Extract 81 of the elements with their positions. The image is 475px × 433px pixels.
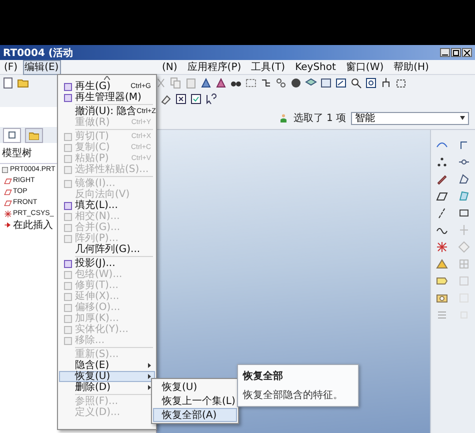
menu-item[interactable]: 再生管理器(M): [59, 92, 155, 103]
frame-icon[interactable]: [335, 77, 347, 89]
tooltip-text: 恢复全部隐含的特征。: [243, 388, 344, 402]
menu-title[interactable]: 窗口(W): [344, 60, 386, 74]
scroll-up-icon[interactable]: [104, 76, 110, 80]
window-icon[interactable]: [320, 77, 332, 89]
square-icon: [64, 212, 72, 220]
submenu-arrow-icon: [148, 363, 151, 368]
square-icon: [64, 270, 72, 278]
folder-icon[interactable]: [17, 77, 29, 89]
menu-item[interactable]: 删除(D): [59, 382, 155, 393]
square-icon: [64, 304, 72, 312]
eraser-icon[interactable]: [160, 93, 172, 105]
maximize-button[interactable]: [451, 48, 461, 57]
zoom-in-icon[interactable]: [350, 77, 362, 89]
square-icon: [64, 82, 72, 90]
sphere-icon[interactable]: [290, 77, 302, 89]
square-icon: [64, 166, 72, 174]
menu-item[interactable]: 恢复上一个集(L): [153, 394, 237, 408]
close-icon: [464, 50, 470, 56]
square-icon: [64, 282, 72, 290]
menu-title[interactable]: 帮助(H): [392, 60, 431, 74]
parallelogram-icon[interactable]: [436, 190, 448, 202]
insert-icon: [4, 220, 12, 228]
tooltip-title: 恢复全部: [243, 370, 284, 383]
menu-item[interactable]: 几何阵列(G)...: [59, 244, 155, 255]
surface-icon[interactable]: [458, 190, 470, 202]
tag-icon[interactable]: [436, 274, 448, 286]
square-icon: [8, 131, 16, 139]
menu-item[interactable]: 投影(J)...: [59, 258, 155, 269]
person-icon: [279, 112, 288, 124]
menu-title[interactable]: (N): [160, 60, 180, 74]
square-icon: [64, 314, 72, 322]
square-icon: [64, 202, 72, 210]
menu-title[interactable]: 应用程序(P): [185, 60, 244, 74]
square-icon: [64, 132, 72, 140]
part-icon: [1, 166, 9, 174]
tree-tab[interactable]: [3, 128, 21, 142]
asterisk-icon[interactable]: [436, 240, 448, 252]
check-window-icon[interactable]: [190, 93, 202, 105]
selection-status: 选取了 1 项: [293, 112, 346, 125]
square-icon: [64, 260, 72, 268]
menu-item[interactable]: 恢复(U): [59, 371, 155, 382]
flat-square-icon[interactable]: [458, 206, 470, 218]
caret-icon: [460, 116, 465, 120]
menu-item[interactable]: 隐含(E): [59, 360, 155, 371]
menu-title[interactable]: (F): [2, 60, 20, 74]
menu-title[interactable]: 编辑(E): [22, 60, 61, 74]
zoom-fit-icon[interactable]: [365, 77, 377, 89]
axis-line-icon[interactable]: [436, 206, 448, 218]
window-title: RT0004 (活动: [3, 46, 73, 60]
folder-tab[interactable]: [25, 128, 43, 142]
square-icon: [64, 326, 72, 334]
tree-item[interactable]: 在此插入: [13, 218, 53, 232]
menu-item[interactable]: 恢复全部(A): [153, 408, 237, 422]
menu-item[interactable]: 恢复(U): [153, 380, 237, 394]
points-icon[interactable]: [436, 156, 448, 168]
csys-icon: [4, 210, 12, 218]
square-icon: [64, 180, 72, 188]
minimize-button[interactable]: [440, 48, 450, 57]
square-icon: [64, 292, 72, 300]
square-icon: [64, 234, 72, 242]
square-icon: [64, 154, 72, 162]
menu-title[interactable]: KeyShot: [293, 60, 338, 74]
close-window-icon[interactable]: [175, 93, 187, 105]
square-icon: [64, 94, 72, 102]
close-button[interactable]: [462, 48, 472, 57]
submenu-arrow-icon: [148, 374, 151, 379]
camera-icon[interactable]: [436, 292, 448, 304]
folder-icon: [29, 130, 39, 140]
corner-line-icon[interactable]: [458, 138, 470, 150]
square-icon: [64, 336, 72, 344]
page-icon[interactable]: [2, 77, 14, 89]
graphics-area[interactable]: [157, 130, 430, 433]
menu-item[interactable]: 填充(L)...: [59, 200, 155, 211]
menu-title[interactable]: 工具(T): [249, 60, 288, 74]
square-icon: [64, 144, 72, 152]
square-icon: [64, 224, 72, 232]
submenu-arrow-icon: [148, 385, 151, 390]
maximize-icon: [453, 50, 459, 56]
filter-dropdown[interactable]: 智能: [351, 112, 469, 124]
